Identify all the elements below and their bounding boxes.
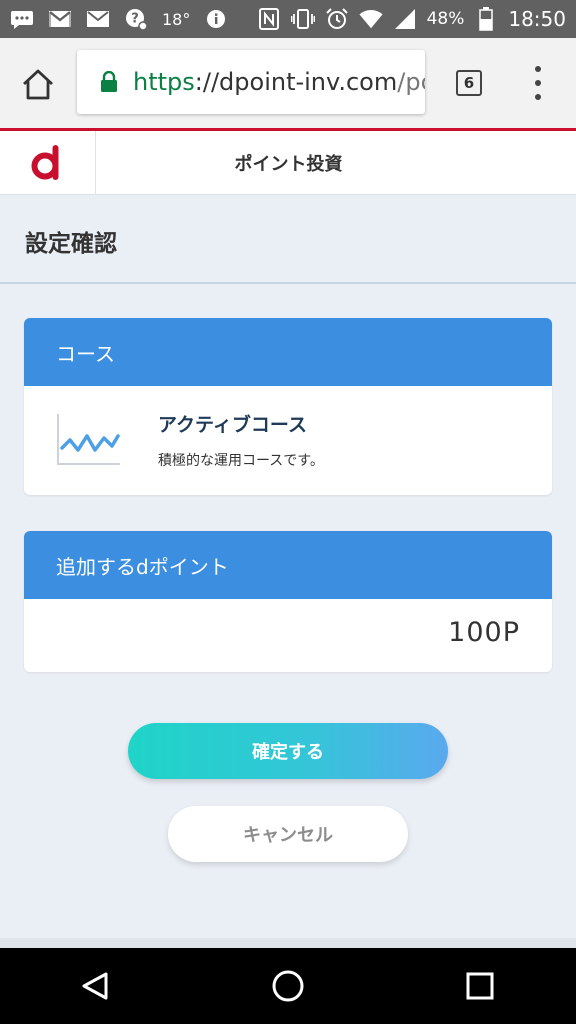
page-title-section: 設定確認 [0,196,576,284]
course-name: アクティブコース [158,414,307,436]
vibrate-icon [290,8,315,30]
browser-toolbar: https://dpoint-inv.com/pc 6 [0,38,576,128]
battery-percent: 48% [426,9,465,29]
battery-icon [474,7,498,31]
points-card-body: 100P [24,599,552,672]
d-logo[interactable] [0,131,96,194]
back-triangle-icon [82,972,108,1000]
message-icon [10,8,34,30]
app-header: ポイント投資 [0,131,576,195]
signal-icon [393,8,417,30]
home-circle-icon [272,970,304,1002]
url-path: /pc [397,68,425,96]
menu-dot [535,80,541,86]
points-card: 追加するdポイント 100P [24,531,552,672]
status-bar: ? 18° 48% 18:50 [0,0,576,38]
url-bar[interactable]: https://dpoint-inv.com/pc [77,50,425,114]
recents-button[interactable] [450,956,510,1016]
confirm-button[interactable]: 確定する [128,723,448,779]
menu-dot [535,66,541,72]
tab-switcher-button[interactable]: 6 [456,70,482,96]
course-card-header: コース [24,318,552,386]
points-value: 100P [448,617,520,648]
home-nav-button[interactable] [258,956,318,1016]
course-card-body: アクティブコース 積極的な運用コースです。 [24,386,552,495]
recents-square-icon [466,972,494,1000]
temperature-label: 18° [162,9,191,29]
cancel-button[interactable]: キャンセル [168,806,408,862]
svg-text:?: ? [131,12,139,27]
points-card-header: 追加するdポイント [24,531,552,599]
url-scheme: https [133,68,195,96]
lock-icon [99,70,119,93]
home-button[interactable] [20,68,56,100]
alarm-icon [325,8,349,30]
clock: 18:50 [508,7,566,31]
course-card: コース アクティブコース 積極的な運用コースです。 [24,318,552,495]
info-icon [204,8,228,30]
menu-dot [535,94,541,100]
navigation-bar [0,948,576,1024]
page-footer [0,938,576,948]
alarm-app-icon: ? [124,8,148,31]
nfc-icon [257,8,281,30]
email-icon [86,8,110,30]
active-chart-icon [57,414,120,465]
home-icon [23,69,53,100]
app-title: ポイント投資 [234,153,343,175]
d-logo-icon [31,144,58,180]
page-title: 設定確認 [25,231,117,257]
overflow-menu-button[interactable] [530,66,546,100]
back-button[interactable] [66,956,126,1016]
url-host: ://dpoint-inv.com [194,68,398,96]
url-text: https://dpoint-inv.com/pc [133,68,425,96]
wifi-icon [359,8,383,30]
course-description: 積極的な運用コースです。 [158,453,324,469]
gmail-icon [48,8,72,30]
